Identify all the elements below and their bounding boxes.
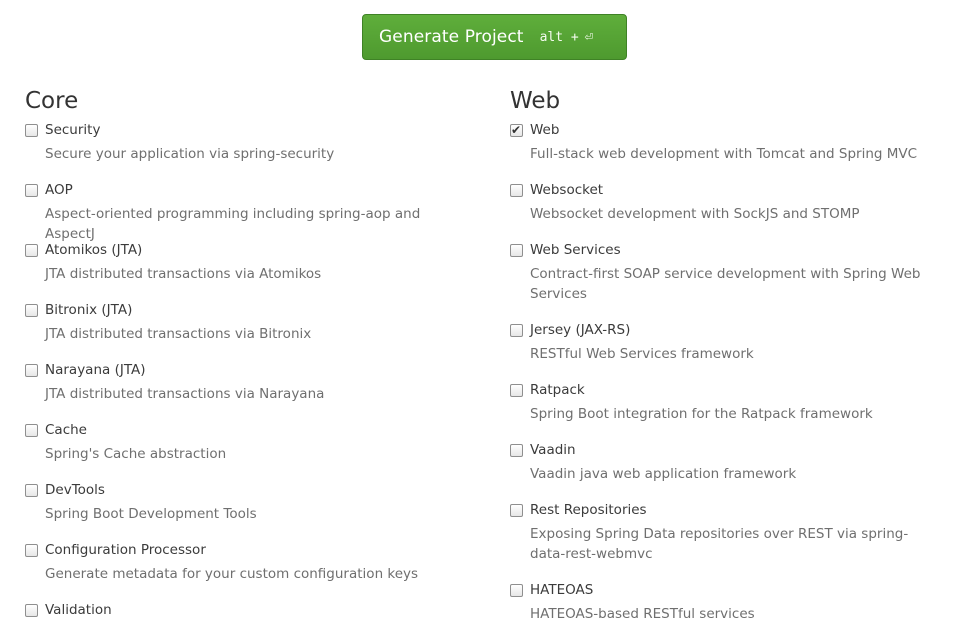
dependency-description: Secure your application via spring-secur…: [45, 146, 335, 162]
dependency-description: Vaadin java web application framework: [530, 466, 797, 482]
dependency-web: ✔ Web Full-stack web development with Tomc…: [510, 120, 950, 180]
dependency-name[interactable]: Security: [45, 120, 100, 140]
dependency-name[interactable]: Web Services: [530, 240, 621, 260]
dependency-description: Websocket development with SockJS and ST…: [530, 206, 860, 222]
narayana-jta-checkbox[interactable]: [25, 364, 38, 377]
dependency-description: Spring Boot Development Tools: [45, 506, 257, 522]
core-section: Core Security Secure your application via…: [25, 86, 465, 632]
dependency-description: Contract-first SOAP service development …: [530, 266, 921, 302]
web-heading: Web: [510, 88, 561, 114]
dependency-aop: AOP Aspect-oriented programming including…: [25, 180, 465, 242]
dependency-ratpack: Ratpack Spring Boot integration for the R…: [510, 380, 950, 440]
dependency-description: HATEOAS-based RESTful services: [530, 606, 755, 622]
dependency-description: Aspect-oriented programming including sp…: [45, 206, 421, 242]
dependency-name[interactable]: AOP: [45, 180, 73, 200]
dependency-name[interactable]: Ratpack: [530, 380, 585, 400]
jersey-jax-rs-checkbox[interactable]: [510, 324, 523, 337]
ratpack-checkbox[interactable]: [510, 384, 523, 397]
dependency-description: Spring's Cache abstraction: [45, 446, 227, 462]
dependency-name[interactable]: Web: [530, 120, 559, 140]
dependency-description: JTA distributed transactions via Narayan…: [45, 386, 325, 402]
dependency-name[interactable]: Narayana (JTA): [45, 360, 146, 380]
web-services-checkbox[interactable]: [510, 244, 523, 257]
dependency-description: JTA distributed transactions via Bitroni…: [45, 326, 312, 342]
core-heading: Core: [25, 88, 79, 114]
core-dependency-list: Security Secure your application via spri…: [25, 120, 465, 632]
dependency-name[interactable]: Jersey (JAX-RS): [530, 320, 630, 340]
devtools-checkbox[interactable]: [25, 484, 38, 497]
configuration-processor-checkbox[interactable]: [25, 544, 38, 557]
dependency-validation: Validation: [25, 600, 465, 632]
dependency-description: JTA distributed transactions via Atomiko…: [45, 266, 322, 282]
dependency-devtools: DevTools Spring Boot Development Tools: [25, 480, 465, 540]
dependency-description: RESTful Web Services framework: [530, 346, 754, 362]
dependency-description: Generate metadata for your custom config…: [45, 566, 419, 582]
atomikos-jta-checkbox[interactable]: [25, 244, 38, 257]
enter-icon: ⏎: [584, 29, 594, 45]
dependency-web-services: Web Services Contract-first SOAP service …: [510, 240, 950, 320]
dependency-description: Full-stack web development with Tomcat a…: [530, 146, 918, 162]
bitronix-jta-checkbox[interactable]: [25, 304, 38, 317]
cache-checkbox[interactable]: [25, 424, 38, 437]
dependency-jersey-jax-rs: Jersey (JAX-RS) RESTful Web Services fram…: [510, 320, 950, 380]
generate-project-button[interactable]: Generate Project alt + ⏎: [362, 14, 627, 60]
page: Generate Project alt + ⏎ Core Security Se…: [0, 0, 978, 632]
dependency-rest-repositories: Rest Repositories Exposing Spring Data re…: [510, 500, 950, 580]
validation-checkbox[interactable]: [25, 604, 38, 617]
checkmark-icon: ✔: [511, 123, 522, 137]
websocket-checkbox[interactable]: [510, 184, 523, 197]
generate-project-label: Generate Project: [379, 27, 524, 47]
rest-repositories-checkbox[interactable]: [510, 504, 523, 517]
dependency-description: Spring Boot integration for the Ratpack …: [530, 406, 873, 422]
dependency-name[interactable]: DevTools: [45, 480, 105, 500]
hateoas-checkbox[interactable]: [510, 584, 523, 597]
dependency-name[interactable]: Websocket: [530, 180, 603, 200]
web-section: Web ✔ Web Full-stack web development with …: [510, 86, 950, 632]
aop-checkbox[interactable]: [25, 184, 38, 197]
dependency-name[interactable]: HATEOAS: [530, 580, 593, 600]
dependency-description: Exposing Spring Data repositories over R…: [530, 526, 909, 562]
dependency-name[interactable]: Configuration Processor: [45, 540, 206, 560]
dependency-websocket: Websocket Websocket development with Sock…: [510, 180, 950, 240]
web-checkbox[interactable]: ✔: [510, 123, 523, 137]
dependency-narayana-jta: Narayana (JTA) JTA distributed transactio…: [25, 360, 465, 420]
dependency-name[interactable]: Validation: [45, 600, 112, 620]
dependency-bitronix-jta: Bitronix (JTA) JTA distributed transactio…: [25, 300, 465, 360]
vaadin-checkbox[interactable]: [510, 444, 523, 457]
dependency-cache: Cache Spring's Cache abstraction: [25, 420, 465, 480]
dependency-vaadin: Vaadin Vaadin java web application framew…: [510, 440, 950, 500]
dependency-name[interactable]: Cache: [45, 420, 87, 440]
web-dependency-list: ✔ Web Full-stack web development with Tomc…: [510, 120, 950, 632]
shortcut-text: alt +: [539, 29, 579, 45]
dependency-name[interactable]: Rest Repositories: [530, 500, 647, 520]
dependency-configuration-processor: Configuration Processor Generate metadata…: [25, 540, 465, 600]
dependency-atomikos-jta: Atomikos (JTA) JTA distributed transactio…: [25, 240, 465, 300]
dependency-name[interactable]: Bitronix (JTA): [45, 300, 132, 320]
keyboard-shortcut: alt + ⏎: [540, 29, 594, 45]
dependency-name[interactable]: Vaadin: [530, 440, 576, 460]
dependency-security: Security Secure your application via spri…: [25, 120, 465, 180]
dependency-hateoas: HATEOAS HATEOAS-based RESTful services: [510, 580, 950, 632]
security-checkbox[interactable]: [25, 124, 38, 137]
dependency-name[interactable]: Atomikos (JTA): [45, 240, 142, 260]
